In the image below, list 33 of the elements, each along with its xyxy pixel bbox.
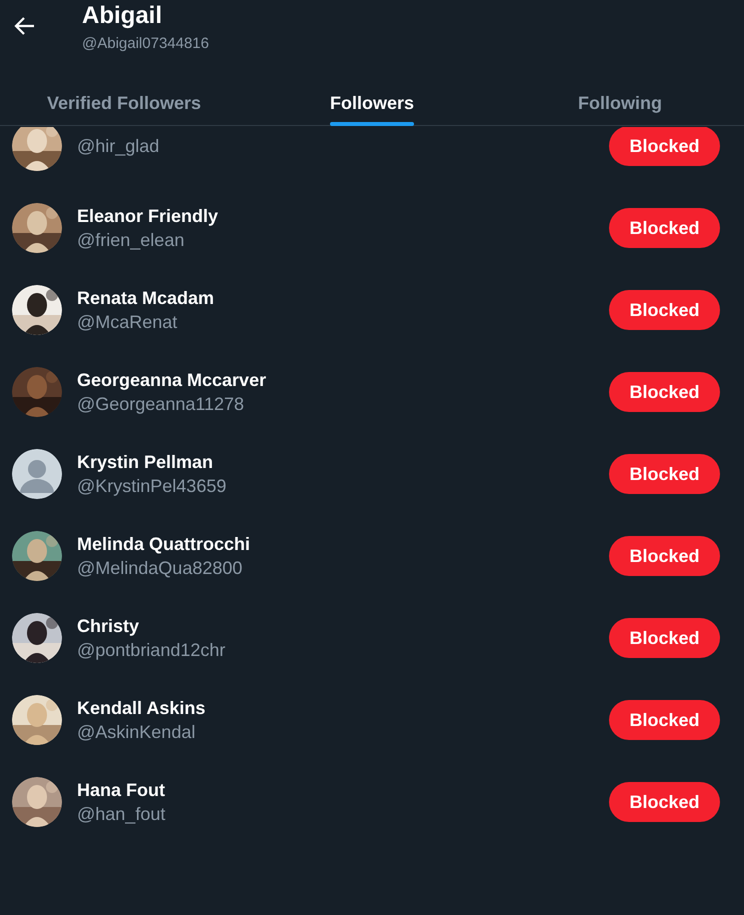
user-name: Renata Mcadam	[77, 287, 216, 310]
user-handle: @han_fout	[77, 803, 166, 826]
profile-handle: @Abigail07344816	[82, 34, 209, 54]
default-avatar-icon	[12, 449, 62, 499]
user-handle: @KrystinPel43659	[77, 475, 228, 498]
tab[interactable]: Followers	[330, 70, 414, 126]
user-handle: @McaRenat	[77, 311, 178, 334]
user-name: Melinda Quattrocchi	[77, 533, 252, 556]
tab[interactable]: Verified Followers	[46, 70, 202, 126]
user-handle: @hir_glad	[77, 135, 160, 158]
back-button[interactable]	[14, 14, 36, 36]
user-name: Christy	[77, 615, 140, 638]
user-name: Eleanor Friendly	[77, 205, 220, 228]
blocked-button[interactable]: Blocked	[609, 618, 720, 658]
user-name: Krystin Pellman	[77, 451, 214, 474]
user-handle: @MelindaQua82800	[77, 557, 244, 580]
blocked-button[interactable]: Blocked	[609, 536, 720, 576]
user-name: Georgeanna Mccarver	[77, 369, 268, 392]
blocked-button[interactable]: Blocked	[609, 454, 720, 494]
profile-name: Abigail	[82, 1, 162, 31]
blocked-button[interactable]: Blocked	[609, 127, 720, 166]
blocked-button[interactable]: Blocked	[609, 782, 720, 822]
blocked-button[interactable]: Blocked	[609, 208, 720, 248]
user-handle: @frien_elean	[77, 229, 186, 252]
tab[interactable]: Following	[578, 70, 662, 126]
blocked-button[interactable]: Blocked	[609, 290, 720, 330]
user-name: Hana Fout	[77, 779, 166, 802]
user-handle: @AskinKendal	[77, 721, 196, 744]
blocked-button[interactable]: Blocked	[609, 700, 720, 740]
user-handle: @pontbriand12chr	[77, 639, 226, 662]
user-handle: @Georgeanna11278	[77, 393, 246, 416]
user-name: Kendall Askins	[77, 697, 206, 720]
blocked-button[interactable]: Blocked	[609, 372, 720, 412]
